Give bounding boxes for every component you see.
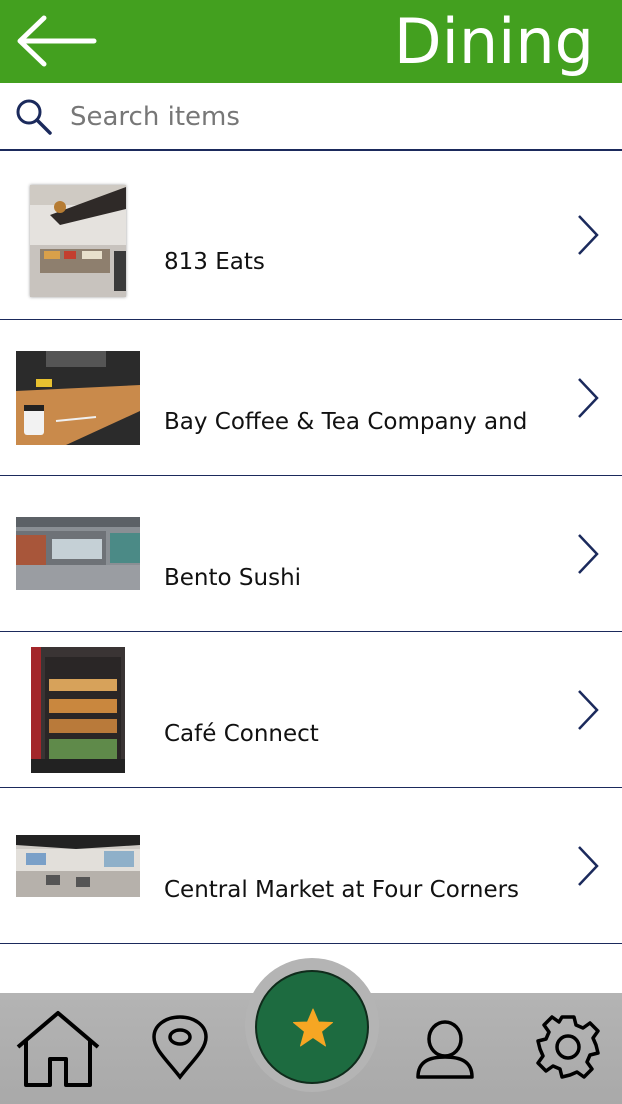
- location-thumbnail: [16, 517, 140, 590]
- list-item-label: Bay Coffee & Tea Company and: [164, 409, 528, 435]
- map-pin-icon[interactable]: [150, 1015, 210, 1081]
- list-item[interactable]: 813 Eats: [0, 151, 622, 320]
- list-item[interactable]: Central Market at Four Corners: [0, 788, 622, 944]
- chevron-right-icon: [578, 845, 599, 886]
- page-title: Dining: [393, 5, 594, 78]
- favorites-button[interactable]: [255, 970, 369, 1084]
- location-thumbnail: [30, 185, 126, 297]
- location-thumbnail: [31, 647, 125, 773]
- search-bar: [0, 83, 622, 151]
- location-thumbnail: [16, 351, 140, 445]
- header-bar: Dining: [0, 0, 622, 83]
- chevron-right-icon: [578, 377, 599, 418]
- location-photo: [16, 517, 140, 590]
- home-icon[interactable]: [14, 1009, 102, 1089]
- list-item-label: Central Market at Four Corners: [164, 877, 520, 903]
- location-photo: [31, 647, 125, 773]
- search-icon: [16, 99, 52, 135]
- list-item-label: Bento Sushi: [164, 565, 302, 591]
- list-item-label: 813 Eats: [164, 249, 265, 275]
- location-photo: [16, 351, 140, 445]
- list-item[interactable]: Bay Coffee & Tea Company and: [0, 320, 622, 476]
- list-item[interactable]: Bento Sushi: [0, 476, 622, 632]
- list-item[interactable]: Café Connect: [0, 632, 622, 788]
- star-icon: [293, 1008, 333, 1047]
- user-icon[interactable]: [414, 1019, 476, 1081]
- location-photo: [30, 185, 126, 297]
- chevron-right-icon: [578, 215, 599, 255]
- search-input[interactable]: [68, 93, 592, 141]
- arrow-left-icon: [17, 15, 97, 67]
- chevron-right-icon: [578, 533, 599, 574]
- dining-list: 813 Eats Bay Coffee & Tea Company and Be…: [0, 151, 622, 993]
- chevron-right-icon: [578, 689, 599, 730]
- back-button[interactable]: [14, 14, 98, 68]
- location-thumbnail: [16, 835, 140, 897]
- gear-icon[interactable]: [534, 1013, 602, 1081]
- list-item-label: Café Connect: [164, 721, 319, 747]
- location-photo: [16, 835, 140, 897]
